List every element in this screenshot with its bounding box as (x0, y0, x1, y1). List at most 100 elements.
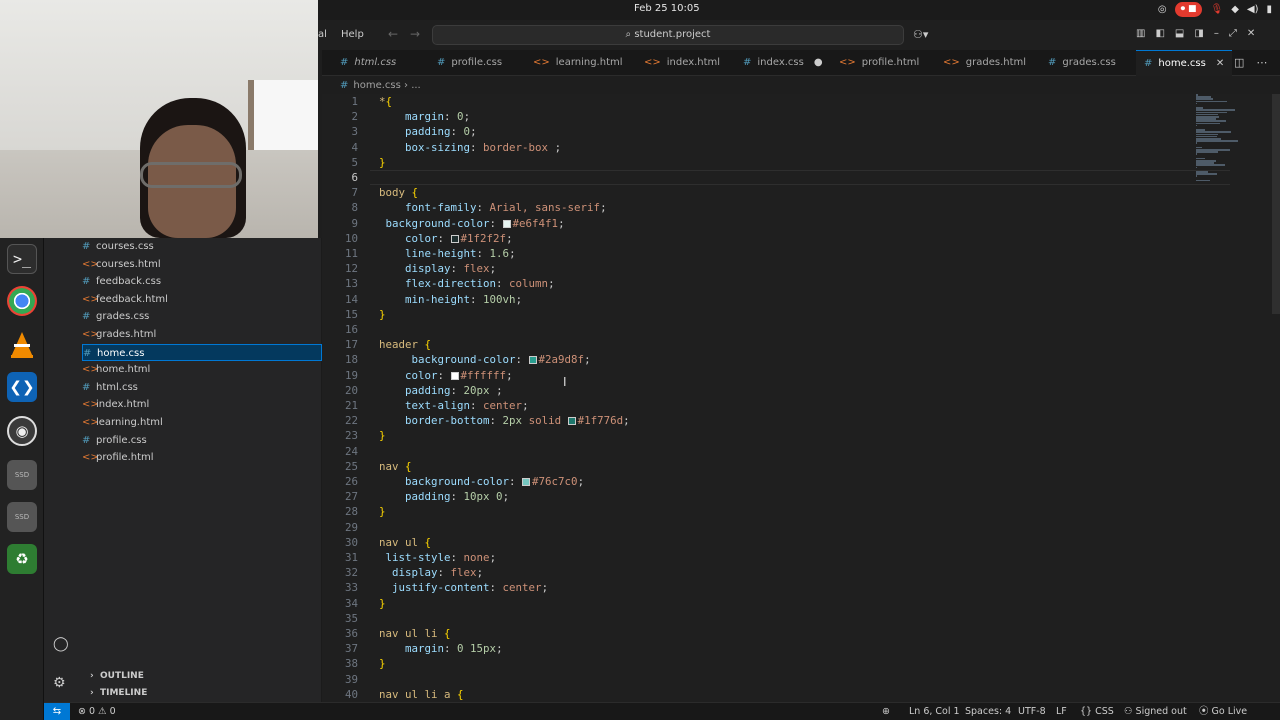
explorer-file-item[interactable]: # profile.css (82, 432, 322, 450)
code-line[interactable]: line-height: 1.6; (379, 246, 516, 261)
code-line[interactable]: } (379, 656, 386, 671)
explorer-file-item[interactable]: # grades.css (82, 308, 322, 326)
breadcrumb[interactable]: # home.css › ... (340, 80, 421, 91)
code-line[interactable]: margin: 0 15px; (379, 641, 503, 656)
code-line[interactable]: font-family: Arial, sans-serif; (379, 200, 607, 215)
explorer-file-item[interactable]: # home.css (82, 343, 322, 362)
explorer-file-item[interactable]: <>learning.html (82, 414, 322, 432)
gear-icon[interactable]: ⚙ (53, 675, 66, 691)
outline-section[interactable]: › OUTLINE (90, 671, 144, 681)
code-line[interactable]: flex-direction: column; (379, 276, 555, 291)
tab-index-html[interactable]: <> index.html (644, 50, 720, 76)
color-swatch[interactable] (450, 371, 459, 380)
color-swatch[interactable] (567, 417, 576, 426)
screen-record-indicator[interactable]: ⏺ ■ (1174, 2, 1203, 17)
code-line[interactable]: nav ul li { (379, 626, 451, 641)
terminal-icon[interactable]: >_ (7, 244, 37, 274)
toggle-sidebar-icon[interactable]: ◧ (1155, 28, 1164, 39)
minimap[interactable] (1192, 94, 1252, 194)
code-line[interactable]: } (379, 307, 386, 322)
cursor-position[interactable]: Ln 6, Col 1 (909, 703, 960, 720)
close-window-icon[interactable]: ✕ (1247, 28, 1255, 39)
indentation[interactable]: Spaces: 4 (965, 703, 1011, 720)
line-ending[interactable]: LF (1056, 703, 1067, 720)
code-line[interactable]: background-color: #76c7c0; (379, 474, 584, 489)
zoom-icon[interactable]: ⊕ (882, 703, 890, 720)
account-status[interactable]: ⚇ Signed out (1124, 703, 1187, 720)
maximize-icon[interactable]: ⤢ (1229, 28, 1237, 39)
code-line[interactable]: box-sizing: border-box ; (379, 140, 561, 155)
code-editor[interactable]: I 1 *{2 margin: 0; 3 padding: 0; 4 box-sizi… (322, 94, 1280, 702)
more-actions-icon[interactable]: ⋯ (1256, 56, 1267, 69)
color-swatch[interactable] (528, 356, 537, 365)
code-line[interactable]: text-align: center; (379, 398, 529, 413)
code-line[interactable]: background-color: #2a9d8f; (379, 352, 591, 367)
go-live-button[interactable]: ⦿ Go Live (1199, 703, 1247, 720)
code-line[interactable]: padding: 0; (379, 124, 477, 139)
explorer-file-item[interactable]: <>grades.html (82, 326, 322, 344)
obs-icon[interactable]: ◉ (7, 416, 37, 446)
code-line[interactable]: } (379, 428, 386, 443)
code-line[interactable]: padding: 10px 0; (379, 489, 509, 504)
code-line[interactable]: body { (379, 185, 418, 200)
explorer-file-item[interactable]: <>courses.html (82, 256, 322, 274)
code-line[interactable]: nav { (379, 459, 412, 474)
code-line[interactable]: padding: 20px ; (379, 383, 503, 398)
close-tab-icon[interactable]: ✕ (1216, 58, 1224, 69)
ssd-drive-icon[interactable]: SSD (7, 460, 37, 490)
editor-scrollbar[interactable] (1272, 94, 1280, 314)
vlc-icon[interactable] (7, 330, 37, 360)
encoding[interactable]: UTF-8 (1018, 703, 1046, 720)
microphone-icon[interactable]: 🎙 (1210, 4, 1223, 15)
problems-count[interactable]: ⊗ 0 ⚠ 0 (78, 703, 116, 720)
explorer-file-item[interactable]: <>profile.html (82, 449, 322, 467)
code-line[interactable]: } (379, 596, 386, 611)
tab-html-css[interactable]: # html.css (340, 50, 396, 76)
network-icon[interactable]: ◆ (1231, 4, 1239, 15)
chrome-icon[interactable] (7, 286, 37, 316)
code-line[interactable]: color: #1f2f2f; (379, 231, 513, 246)
language-mode[interactable]: {} CSS (1080, 703, 1114, 720)
explorer-file-item[interactable]: <>index.html (82, 396, 322, 414)
accessibility-icon[interactable]: ◎ (1158, 4, 1167, 15)
code-line[interactable]: nav ul { (379, 535, 431, 550)
code-line[interactable]: list-style: none; (379, 550, 497, 565)
code-line[interactable]: nav ul li a { (379, 687, 464, 702)
code-line[interactable]: *{ (379, 94, 392, 109)
split-editor-icon[interactable]: ◫ (1234, 56, 1244, 69)
code-line[interactable]: } (379, 504, 386, 519)
color-swatch[interactable] (450, 234, 459, 243)
minimize-icon[interactable]: – (1214, 28, 1219, 39)
explorer-file-item[interactable]: # courses.css (82, 238, 322, 256)
color-swatch[interactable] (522, 478, 531, 486)
modified-dot-icon[interactable]: ● (814, 57, 823, 68)
nav-forward-icon[interactable]: → (410, 27, 420, 41)
code-line[interactable]: justify-content: center; (379, 580, 548, 595)
command-center-search[interactable]: ⌕ student.project (432, 25, 904, 45)
tab-index-css[interactable]: # index.css ● (743, 50, 823, 76)
trash-icon[interactable]: ♻ (7, 544, 37, 574)
tab-grades-html[interactable]: <> grades.html (943, 50, 1026, 76)
color-swatch[interactable] (502, 219, 511, 228)
tab-learning-html[interactable]: <> learning.html (533, 50, 623, 76)
explorer-file-item[interactable]: # html.css (82, 379, 322, 397)
code-line[interactable]: min-height: 100vh; (379, 292, 522, 307)
explorer-file-item[interactable]: <>home.html (82, 361, 322, 379)
menu-partial[interactable]: al (318, 29, 327, 40)
system-tray[interactable]: ◎ ⏺ ■ 🎙 ◆ ◀) ▮ (1158, 2, 1272, 17)
remote-indicator-icon[interactable]: ⇆ (44, 703, 70, 720)
code-line[interactable]: } (379, 155, 386, 170)
code-line[interactable]: display: flex; (379, 565, 483, 580)
menu-help[interactable]: Help (341, 29, 364, 40)
code-line[interactable]: background-color: #e6f4f1; (379, 216, 565, 231)
layout-icon[interactable]: ▥ (1136, 28, 1145, 39)
ssd-drive-icon-2[interactable]: SSD (7, 502, 37, 532)
explorer-file-item[interactable]: <>feedback.html (82, 291, 322, 309)
accounts-icon[interactable]: ◯ (53, 636, 69, 652)
code-line[interactable]: header { (379, 337, 431, 352)
code-line[interactable]: color: #ffffff; (379, 368, 513, 383)
volume-icon[interactable]: ◀) (1247, 4, 1259, 15)
toggle-secondary-sidebar-icon[interactable]: ◨ (1194, 28, 1203, 39)
vscode-icon[interactable]: ❮❯ (7, 372, 37, 402)
toggle-panel-icon[interactable]: ⬓ (1175, 28, 1184, 39)
